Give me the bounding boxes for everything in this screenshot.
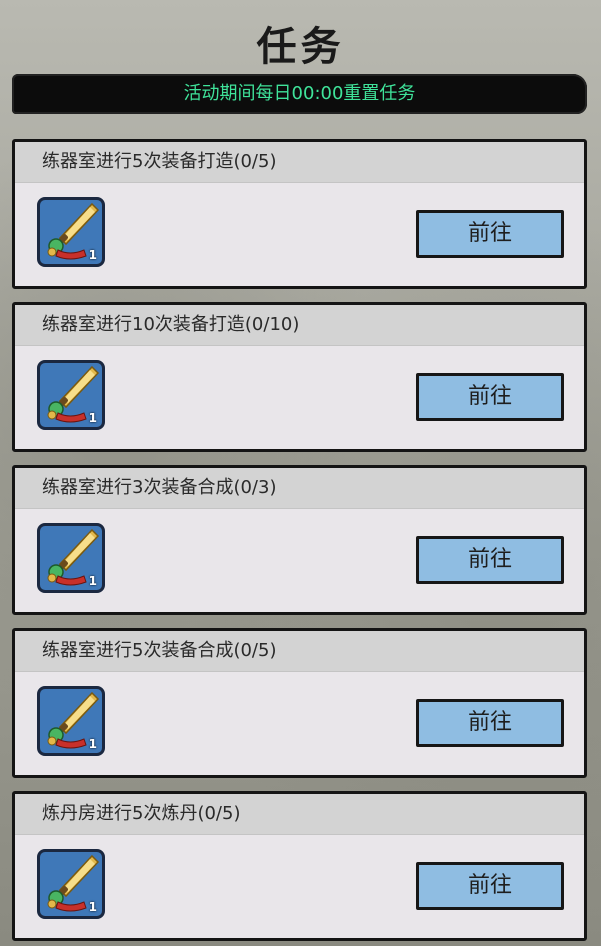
- task-title: 炼丹房进行5次炼丹(0/5): [42, 803, 241, 824]
- task-title: 练器室进行5次装备打造(0/5): [42, 151, 277, 172]
- go-button[interactable]: 前往: [416, 699, 564, 747]
- go-button[interactable]: 前往: [416, 373, 564, 421]
- go-button[interactable]: 前往: [416, 862, 564, 910]
- go-button[interactable]: 前往: [416, 536, 564, 584]
- task-title: 练器室进行5次装备合成(0/5): [42, 640, 277, 661]
- task-list: 练器室进行5次装备打造(0/5) 1 前往 练器室进行10次装备打造(0/10): [0, 0, 601, 946]
- task-card: 练器室进行5次装备打造(0/5) 1 前往: [12, 139, 587, 289]
- task-card-header: 练器室进行5次装备合成(0/5): [15, 631, 584, 672]
- reward-item[interactable]: 1: [37, 197, 105, 267]
- task-card: 练器室进行5次装备合成(0/5) 1 前往: [12, 628, 587, 778]
- reward-item[interactable]: 1: [37, 849, 105, 919]
- task-title: 练器室进行10次装备打造(0/10): [42, 314, 300, 335]
- go-button[interactable]: 前往: [416, 210, 564, 258]
- item-count: 1: [88, 574, 97, 588]
- task-card-header: 练器室进行5次装备打造(0/5): [15, 142, 584, 183]
- task-card-header: 炼丹房进行5次炼丹(0/5): [15, 794, 584, 835]
- task-card: 练器室进行3次装备合成(0/3) 1 前往: [12, 465, 587, 615]
- task-card: 炼丹房进行5次炼丹(0/5) 1 前往: [12, 791, 587, 941]
- item-count: 1: [88, 248, 97, 262]
- task-card-header: 练器室进行10次装备打造(0/10): [15, 305, 584, 346]
- reward-item[interactable]: 1: [37, 360, 105, 430]
- item-count: 1: [88, 411, 97, 425]
- item-count: 1: [88, 900, 97, 914]
- reward-item[interactable]: 1: [37, 523, 105, 593]
- task-card-header: 练器室进行3次装备合成(0/3): [15, 468, 584, 509]
- task-title: 练器室进行3次装备合成(0/3): [42, 477, 277, 498]
- reward-item[interactable]: 1: [37, 686, 105, 756]
- item-count: 1: [88, 737, 97, 751]
- task-card: 练器室进行10次装备打造(0/10) 1 前往: [12, 302, 587, 452]
